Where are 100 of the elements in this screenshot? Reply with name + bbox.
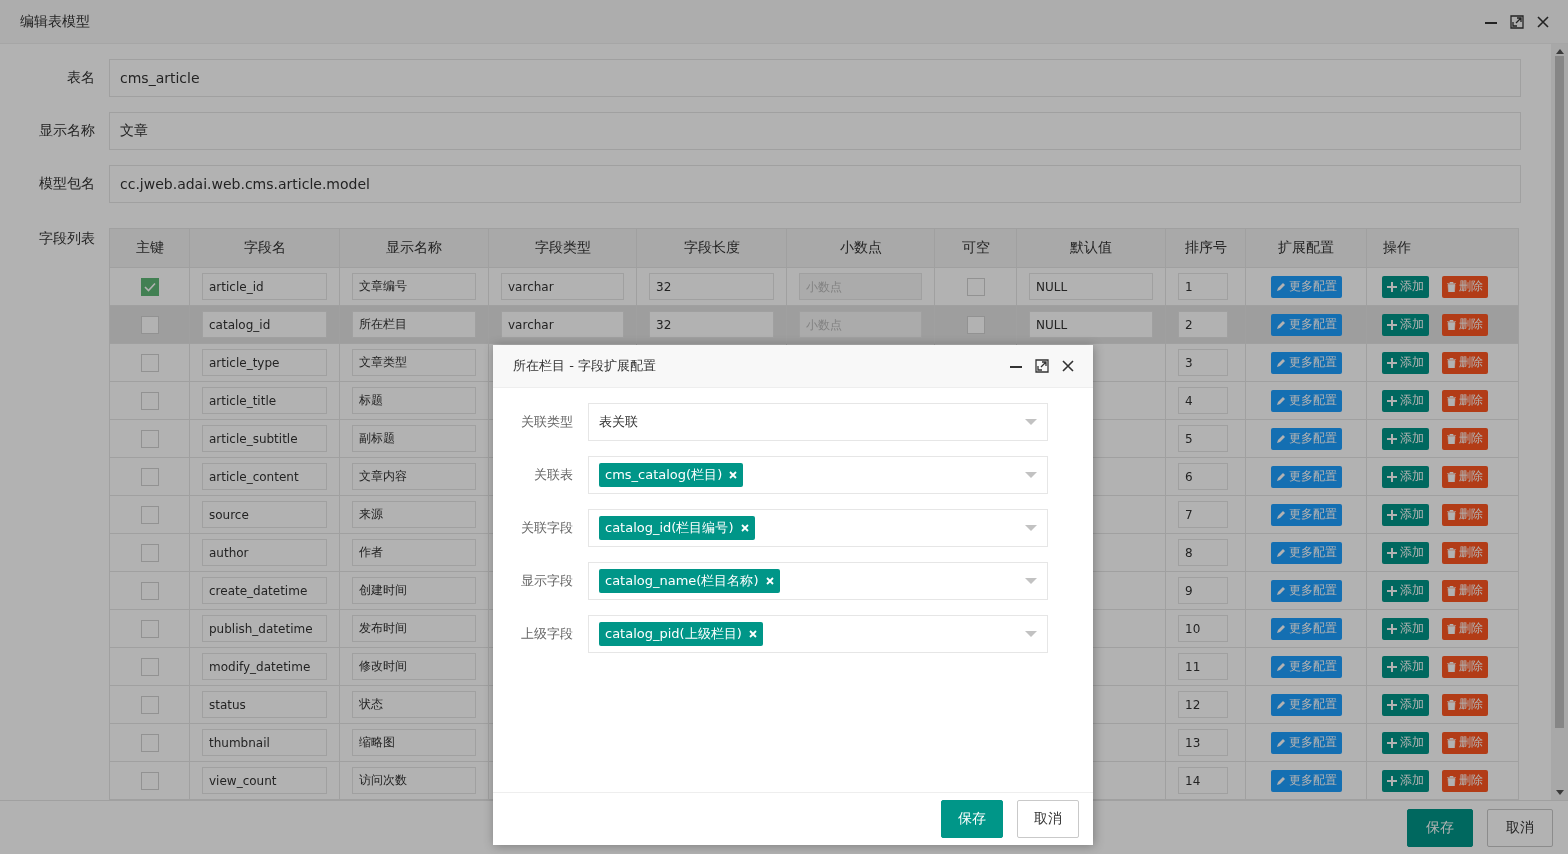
column-header: 字段类型 [488, 228, 637, 268]
trash-icon [1447, 775, 1456, 786]
trash-icon [1447, 585, 1456, 596]
table-input[interactable]: 14 [1178, 767, 1228, 794]
up-arrow-icon[interactable] [1555, 48, 1564, 54]
table-input[interactable]: 文章类型 [352, 349, 476, 376]
table-input[interactable]: 5 [1178, 425, 1228, 452]
table-input[interactable]: 8 [1178, 539, 1228, 566]
remove-icon[interactable] [740, 524, 749, 532]
table-input[interactable]: 缩略图 [352, 729, 476, 756]
checkbox[interactable] [140, 695, 159, 714]
checkbox[interactable] [140, 315, 159, 334]
table-input[interactable]: NULL [1029, 311, 1153, 338]
table-input[interactable]: 9 [1178, 577, 1228, 604]
checkbox[interactable] [140, 505, 159, 524]
table-input[interactable]: source [202, 501, 327, 528]
select-field[interactable]: catalog_pid(上级栏目) [588, 615, 1048, 653]
table-input[interactable]: 文章编号 [352, 273, 476, 300]
checkbox[interactable] [140, 391, 159, 410]
table-input[interactable]: 创建时间 [352, 577, 476, 604]
maximize-icon[interactable] [1510, 14, 1524, 29]
table-input[interactable]: article_type [202, 349, 327, 376]
checkbox[interactable] [140, 467, 159, 486]
select-field[interactable]: catalog_id(栏目编号) [588, 509, 1048, 547]
table-input[interactable]: 4 [1178, 387, 1228, 414]
table-input[interactable]: varchar [501, 273, 624, 300]
close-icon[interactable] [1536, 14, 1550, 29]
table-input[interactable]: thumbnail [202, 729, 327, 756]
text-field[interactable]: cc.jweb.adai.web.cms.article.model [109, 165, 1521, 203]
checkbox[interactable] [140, 277, 159, 296]
table-input[interactable]: 状态 [352, 691, 476, 718]
checkbox[interactable] [140, 353, 159, 372]
column-header: 主键 [109, 228, 190, 268]
text-field[interactable]: cms_article [109, 59, 1521, 97]
table-input[interactable]: 6 [1178, 463, 1228, 490]
table-input[interactable]: 来源 [352, 501, 476, 528]
select-field[interactable]: cms_catalog(栏目) [588, 456, 1048, 494]
checkbox[interactable] [966, 315, 985, 334]
table-input[interactable]: 所在栏目 [352, 311, 476, 338]
checkbox[interactable] [140, 543, 159, 562]
checkbox[interactable] [966, 277, 985, 296]
table-input[interactable]: 文章内容 [352, 463, 476, 490]
table-input[interactable]: 3 [1178, 349, 1228, 376]
plus-icon [1387, 357, 1397, 368]
checkbox[interactable] [140, 429, 159, 448]
checkbox[interactable] [140, 771, 159, 790]
checkbox[interactable] [140, 657, 159, 676]
select-field[interactable]: 表关联 [588, 403, 1048, 441]
cancel-button[interactable]: 取消 [1487, 808, 1553, 847]
form-label: 上级字段 [520, 625, 574, 643]
table-input[interactable]: article_id [202, 273, 327, 300]
table-input[interactable]: varchar [501, 311, 624, 338]
table-input[interactable]: 作者 [352, 539, 476, 566]
cancel-button[interactable]: 取消 [1017, 800, 1079, 838]
table-input[interactable]: 1 [1178, 273, 1228, 300]
table-input[interactable]: 2 [1178, 311, 1228, 338]
table-input[interactable]: author [202, 539, 327, 566]
table-input[interactable]: 副标题 [352, 425, 476, 452]
select-field[interactable]: catalog_name(栏目名称) [588, 562, 1048, 600]
table-input[interactable]: 发布时间 [352, 615, 476, 642]
table-input[interactable]: 访问次数 [352, 767, 476, 794]
save-button[interactable]: 保存 [941, 800, 1003, 838]
caret-icon [1025, 578, 1037, 585]
table-input[interactable]: 标题 [352, 387, 476, 414]
window-title: 编辑表模型 [20, 12, 90, 31]
close-icon[interactable] [1061, 359, 1075, 373]
scrollbar[interactable] [1551, 44, 1568, 800]
trash-icon [1447, 319, 1456, 330]
table-input[interactable]: article_subtitle [202, 425, 327, 452]
table-input[interactable]: 12 [1178, 691, 1228, 718]
table-input[interactable]: catalog_id [202, 311, 327, 338]
remove-icon[interactable] [748, 630, 757, 638]
remove-icon[interactable] [729, 471, 738, 479]
table-input[interactable]: 修改时间 [352, 653, 476, 680]
table-input[interactable]: 32 [649, 273, 774, 300]
table-input[interactable]: modify_datetime [202, 653, 327, 680]
checkbox[interactable] [140, 619, 159, 638]
table-input[interactable]: NULL [1029, 273, 1153, 300]
table-input[interactable]: article_title [202, 387, 327, 414]
table-input[interactable]: create_datetime [202, 577, 327, 604]
table-input[interactable]: status [202, 691, 327, 718]
plus-icon [1387, 661, 1397, 672]
table-input[interactable]: 13 [1178, 729, 1228, 756]
pencil-icon [1275, 281, 1286, 292]
checkbox[interactable] [140, 581, 159, 600]
table-input[interactable]: 7 [1178, 501, 1228, 528]
table-input[interactable]: 32 [649, 311, 774, 338]
table-input[interactable]: publish_datetime [202, 615, 327, 642]
pencil-icon [1275, 319, 1286, 330]
table-input[interactable]: article_content [202, 463, 327, 490]
remove-icon[interactable] [765, 577, 774, 585]
table-input[interactable]: 11 [1178, 653, 1228, 680]
table-input[interactable]: view_count [202, 767, 327, 794]
form-label: 显示字段 [520, 572, 574, 590]
trash-icon [1447, 737, 1456, 748]
down-arrow-icon[interactable] [1555, 790, 1564, 796]
checkbox[interactable] [140, 733, 159, 752]
table-input[interactable]: 10 [1178, 615, 1228, 642]
text-field[interactable]: 文章 [109, 112, 1521, 150]
maximize-icon[interactable] [1035, 359, 1049, 373]
